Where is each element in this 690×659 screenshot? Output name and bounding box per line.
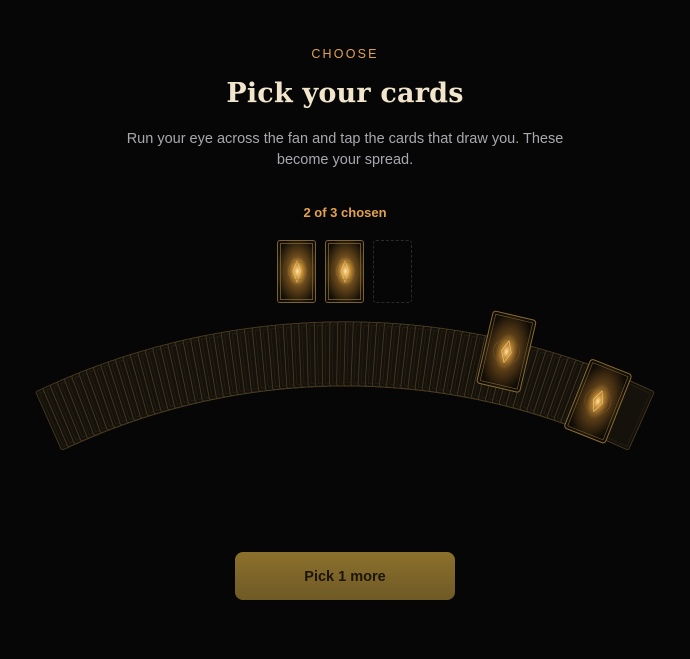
card-picker-screen: CHOOSE Pick your cards Run your eye acro… [0, 0, 690, 659]
fan-card-stack[interactable] [35, 321, 655, 451]
pick-more-button[interactable]: Pick 1 more [235, 552, 455, 600]
